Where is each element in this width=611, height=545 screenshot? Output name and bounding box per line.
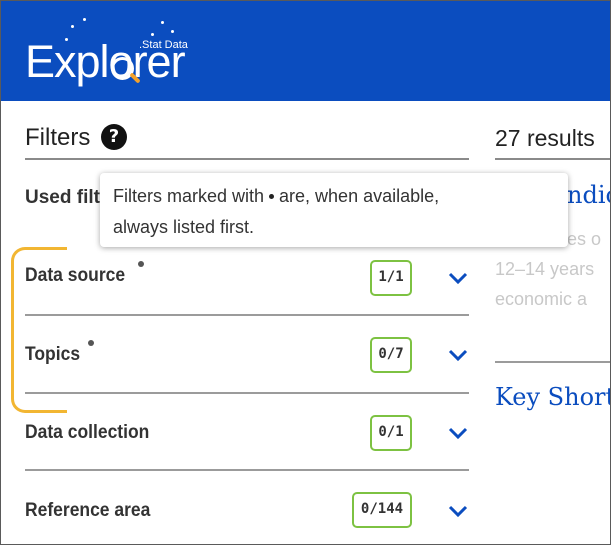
chevron-down-icon[interactable] [448, 348, 468, 362]
divider [25, 314, 469, 316]
chevron-down-icon[interactable] [448, 426, 468, 440]
divider [495, 158, 610, 160]
pinned-dot-icon [269, 193, 275, 199]
explorer-window: Explorer .Stat Data Filters ? Used filt … [0, 0, 611, 545]
divider [25, 469, 469, 471]
tooltip-line: Filters marked with are, when available, [113, 186, 439, 207]
chevron-down-icon[interactable] [448, 271, 468, 285]
star-icon [71, 25, 74, 28]
filter-label-reference-area[interactable]: Reference area [25, 500, 150, 522]
used-filters-label[interactable]: Used filt [25, 187, 100, 209]
divider [25, 158, 469, 160]
filter-count-badge: 1/1 [370, 260, 412, 296]
filters-title: Filters [25, 124, 91, 151]
app-header: Explorer .Stat Data [1, 1, 610, 101]
filter-count-badge: 0/7 [370, 337, 412, 373]
filter-count-badge: 0/144 [352, 492, 412, 528]
tooltip-text: Filters marked with [113, 186, 265, 206]
pinned-filters-tooltip: Filters marked with are, when available, … [100, 173, 568, 247]
divider [25, 392, 469, 394]
star-icon [171, 30, 174, 33]
result-title-link[interactable]: ndic [567, 181, 610, 209]
result-description-line: economic a [495, 289, 588, 309]
filter-count-badge: 0/1 [370, 415, 412, 451]
filter-label-data-collection[interactable]: Data collection [25, 422, 149, 444]
logo-subtitle: .Stat Data [139, 39, 188, 51]
results-count: 27 results [495, 125, 595, 151]
pinned-dot-icon [88, 340, 94, 346]
question-circle-icon[interactable]: ? [101, 124, 127, 150]
divider [495, 361, 610, 363]
star-icon [161, 21, 164, 24]
star-icon [83, 18, 86, 21]
tooltip-text: always listed first. [113, 217, 255, 237]
result-title-link[interactable]: Key Short [495, 383, 610, 411]
pinned-dot-icon [138, 261, 144, 267]
result-description-line: 12–14 years [495, 259, 595, 279]
filter-label-topics[interactable]: Topics [25, 344, 80, 366]
filter-label-data-source[interactable]: Data source [25, 265, 125, 287]
tooltip-text: are, when available, [279, 186, 440, 206]
chevron-down-icon[interactable] [448, 504, 468, 518]
result-description-line: es o [567, 229, 602, 249]
